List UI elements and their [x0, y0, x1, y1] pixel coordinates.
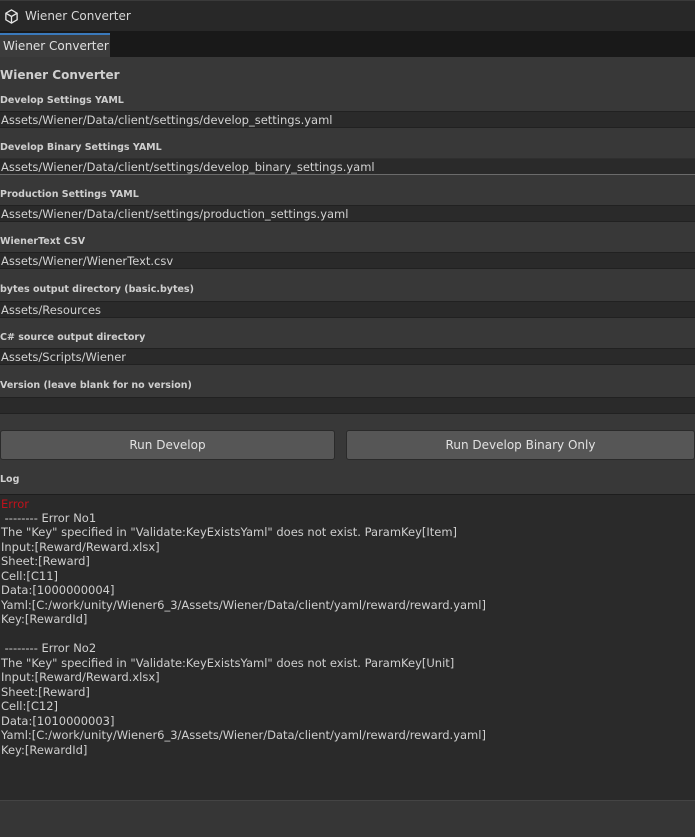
log-line: Error: [1, 497, 30, 511]
log-line: -------- Error No2: [1, 641, 97, 655]
develop-binary-settings-input[interactable]: [0, 158, 695, 175]
bytes-output-input[interactable]: [0, 301, 695, 318]
log-line: Key:[RewardId]: [1, 612, 88, 626]
version-input[interactable]: [0, 397, 695, 414]
run-develop-binary-button[interactable]: Run Develop Binary Only: [346, 430, 695, 460]
log-line: Data:[1000000004]: [1, 583, 115, 597]
log-line: Yaml:[C:/work/unity/Wiener6_3/Assets/Wie…: [1, 728, 486, 742]
csharp-output-input[interactable]: [0, 348, 695, 365]
log-line: Sheet:[Reward]: [1, 685, 90, 699]
csharp-output-label: C# source output directory: [0, 332, 146, 343]
develop-settings-input[interactable]: [0, 111, 695, 128]
production-settings-label: Production Settings YAML: [0, 189, 139, 200]
window-title: Wiener Converter: [25, 9, 131, 23]
log-line: Data:[1010000003]: [1, 714, 115, 728]
production-settings-input[interactable]: [0, 205, 695, 222]
log-line: Key:[RewardId]: [1, 743, 88, 757]
version-label: Version (leave blank for no version): [0, 380, 192, 391]
tab-wiener-converter[interactable]: Wiener Converter: [0, 33, 110, 57]
bytes-output-label: bytes output directory (basic.bytes): [0, 284, 194, 295]
window-titlebar: Wiener Converter: [0, 0, 695, 31]
log-line: Sheet:[Reward]: [1, 554, 90, 568]
log-line: Input:[Reward/Reward.xlsx]: [1, 540, 160, 554]
log-line: The "Key" specified in "Validate:KeyExis…: [1, 656, 455, 670]
wienertext-csv-input[interactable]: [0, 252, 695, 269]
log-output[interactable]: Error -------- Error No1 The "Key" speci…: [0, 494, 695, 801]
log-line: -------- Error No1: [1, 511, 97, 525]
log-line: Yaml:[C:/work/unity/Wiener6_3/Assets/Wie…: [1, 598, 486, 612]
develop-binary-settings-label: Develop Binary Settings YAML: [0, 142, 162, 153]
bottom-strip: [0, 801, 695, 837]
develop-settings-label: Develop Settings YAML: [0, 95, 124, 106]
log-line: Cell:[C11]: [1, 569, 59, 583]
tab-strip: Wiener Converter: [0, 31, 695, 57]
run-develop-button[interactable]: Run Develop: [0, 430, 335, 460]
log-line: Input:[Reward/Reward.xlsx]: [1, 670, 160, 684]
unity-cube-icon: [5, 9, 18, 24]
log-line: The "Key" specified in "Validate:KeyExis…: [1, 525, 458, 539]
wienertext-csv-label: WienerText CSV: [0, 236, 86, 247]
panel-title: Wiener Converter: [0, 68, 120, 82]
log-line: Cell:[C12]: [1, 699, 59, 713]
log-label: Log: [0, 474, 20, 485]
